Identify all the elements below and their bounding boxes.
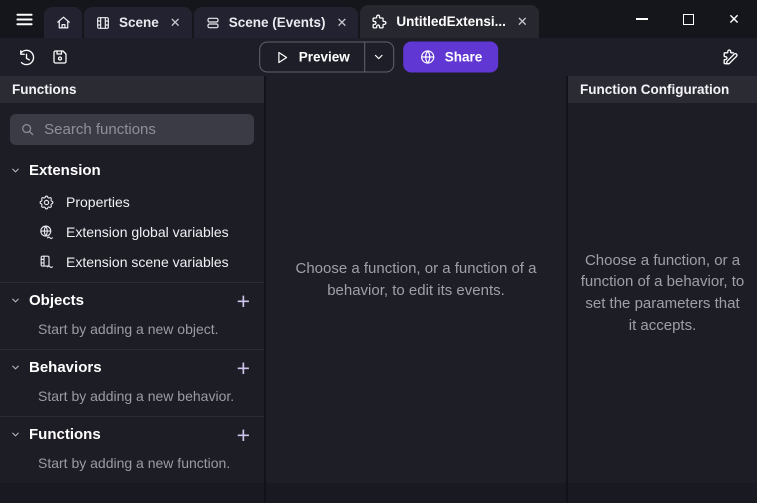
section-extension[interactable]: Extension xyxy=(0,153,264,188)
puzzle-icon xyxy=(371,13,388,30)
function-configuration-placeholder: Choose a function, or a function of a be… xyxy=(580,250,745,337)
functions-panel: Functions Extension Properties Extension… xyxy=(0,76,264,503)
history-button[interactable] xyxy=(12,43,40,71)
empty-hint: Start by adding a new object. xyxy=(0,318,264,349)
search-icon xyxy=(20,121,35,138)
search-box[interactable] xyxy=(10,114,254,145)
save-icon xyxy=(51,48,69,66)
main-menu-button[interactable] xyxy=(4,0,44,38)
maximize-icon xyxy=(683,14,694,25)
globe-icon xyxy=(419,49,436,66)
list-item-properties[interactable]: Properties xyxy=(0,188,264,218)
share-button[interactable]: Share xyxy=(403,42,499,73)
add-object-button[interactable]: + xyxy=(237,291,250,311)
list-item-global-variables[interactable]: Extension global variables xyxy=(0,217,264,247)
tab-label: Scene xyxy=(119,15,159,30)
tab-close-icon[interactable]: ✕ xyxy=(336,15,347,31)
hamburger-icon xyxy=(15,10,34,29)
chevron-down-icon xyxy=(10,165,21,176)
section-objects[interactable]: Objects + xyxy=(0,283,264,318)
list-item-label: Extension scene variables xyxy=(66,254,229,270)
tab-close-icon[interactable]: ✕ xyxy=(170,15,181,31)
main-area: Functions Extension Properties Extension… xyxy=(0,76,757,503)
search-input[interactable] xyxy=(44,121,244,138)
chevron-down-icon xyxy=(10,362,21,373)
play-icon xyxy=(274,49,290,65)
history-icon xyxy=(17,48,36,67)
panel-footer xyxy=(266,483,566,503)
preview-button-label: Preview xyxy=(299,50,350,65)
function-configuration-body: Choose a function, or a function of a be… xyxy=(568,103,757,483)
film-icon xyxy=(95,15,111,31)
window-controls: ✕ xyxy=(619,0,757,38)
toolbar: Preview Share xyxy=(0,38,757,76)
function-configuration-header: Function Configuration xyxy=(568,76,757,103)
gear-icon xyxy=(38,194,55,211)
tab-scene-events[interactable]: Scene (Events) ✕ xyxy=(194,7,359,38)
events-editor-panel: Choose a function, or a function of a be… xyxy=(266,76,566,503)
events-editor-content: Choose a function, or a function of a be… xyxy=(266,76,566,483)
chevron-down-icon xyxy=(372,51,385,64)
preview-button-main[interactable]: Preview xyxy=(260,43,364,72)
minimize-icon xyxy=(636,18,648,20)
functions-panel-header: Functions xyxy=(0,76,264,103)
tab-label: UntitledExtensi... xyxy=(396,14,506,29)
globe-variable-icon xyxy=(38,224,55,241)
tab-scene[interactable]: Scene ✕ xyxy=(84,7,192,38)
section-label: Extension xyxy=(29,162,101,179)
tab-home[interactable] xyxy=(44,7,82,38)
section-label: Functions xyxy=(29,426,101,443)
function-configuration-title: Function Configuration xyxy=(580,82,729,97)
list-item-label: Extension global variables xyxy=(66,224,229,240)
add-behavior-button[interactable]: + xyxy=(237,358,250,378)
tab-close-icon[interactable]: ✕ xyxy=(517,14,528,30)
empty-hint: Start by adding a new function. xyxy=(0,452,264,483)
panel-footer xyxy=(568,483,757,503)
empty-hint: Start by adding a new behavior. xyxy=(0,385,264,416)
add-function-button[interactable]: + xyxy=(237,425,250,445)
panel-footer xyxy=(0,483,264,503)
preview-options-dropdown[interactable] xyxy=(364,43,393,72)
share-button-label: Share xyxy=(445,50,483,65)
events-editor-placeholder: Choose a function, or a function of a be… xyxy=(273,258,559,302)
preview-button[interactable]: Preview xyxy=(259,42,394,73)
titlebar: Scene ✕ Scene (Events) ✕ UntitledExtensi… xyxy=(0,0,757,38)
section-behaviors[interactable]: Behaviors + xyxy=(0,350,264,385)
scene-variable-icon xyxy=(38,253,55,270)
events-sheet-icon xyxy=(205,15,221,31)
edit-extension-button[interactable] xyxy=(715,42,745,72)
chevron-down-icon xyxy=(10,295,21,306)
window-close-button[interactable]: ✕ xyxy=(711,0,757,38)
list-item-label: Properties xyxy=(66,194,130,210)
function-configuration-panel: Function Configuration Choose a function… xyxy=(568,76,757,503)
toolbar-center-group: Preview Share xyxy=(259,42,499,73)
window-minimize-button[interactable] xyxy=(619,0,665,38)
edit-extension-icon xyxy=(720,47,740,67)
home-icon xyxy=(55,14,72,31)
window-maximize-button[interactable] xyxy=(665,0,711,38)
close-icon: ✕ xyxy=(728,11,740,28)
section-label: Objects xyxy=(29,292,84,309)
save-button[interactable] xyxy=(46,43,74,71)
chevron-down-icon xyxy=(10,429,21,440)
functions-panel-body: Extension Properties Extension global va… xyxy=(0,103,264,483)
functions-panel-title: Functions xyxy=(12,82,77,97)
tab-label: Scene (Events) xyxy=(229,15,326,30)
list-item-scene-variables[interactable]: Extension scene variables xyxy=(0,247,264,277)
section-functions[interactable]: Functions + xyxy=(0,417,264,452)
section-label: Behaviors xyxy=(29,359,102,376)
tab-untitled-extension[interactable]: UntitledExtensi... ✕ xyxy=(360,5,538,38)
